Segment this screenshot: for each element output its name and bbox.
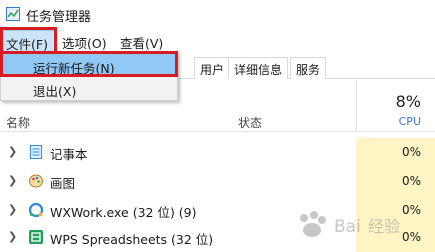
tab-details[interactable]: 详细信息 — [228, 57, 289, 79]
expand-chevron-icon[interactable]: ❯ — [8, 230, 17, 243]
menu-options[interactable]: 选项(O) — [62, 33, 107, 52]
header-divider — [0, 131, 435, 132]
cpu-total-percent: 8% — [395, 92, 421, 111]
expand-chevron-icon[interactable]: ❯ — [8, 203, 17, 216]
expand-chevron-icon[interactable]: ❯ — [8, 145, 17, 158]
process-name: 画图 — [50, 176, 76, 191]
column-cpu[interactable]: 8% CPU — [356, 80, 435, 132]
window-title: 任务管理器 — [26, 10, 92, 25]
annotation-highlight-run-new-task — [0, 51, 178, 77]
process-name: WPS Spreadsheets (32 位) — [50, 232, 214, 247]
tab-users[interactable]: 用户 — [194, 57, 231, 79]
wps-spreadsheets-icon — [29, 230, 43, 244]
menu-bar: 文件(F) 选项(O) 查看(V) — [0, 30, 435, 52]
svg-text:经验: 经验 — [368, 217, 400, 236]
title-bar: 任务管理器 — [0, 0, 435, 30]
paint-icon — [29, 174, 43, 188]
process-name: 记事本 — [50, 147, 88, 162]
cpu-value: 0% — [401, 174, 421, 188]
cpu-cell: 0% — [356, 167, 435, 196]
cpu-value: 0% — [401, 145, 421, 159]
expand-chevron-icon[interactable]: ❯ — [8, 174, 17, 187]
menu-view[interactable]: 查看(V) — [120, 33, 163, 52]
menu-item-exit[interactable]: 退出(X) — [3, 77, 175, 99]
task-manager-icon — [6, 7, 20, 21]
annotation-highlight-file-menu — [0, 27, 57, 54]
svg-text:Bai: Bai — [334, 217, 361, 237]
cpu-cell: 0% — [356, 138, 435, 167]
tab-services[interactable]: 服务 — [290, 57, 327, 79]
process-name: WXWork.exe (32 位) (9) — [50, 205, 197, 220]
column-status[interactable]: 状态 — [238, 114, 262, 131]
process-row[interactable]: ❯ 记事本 0% — [0, 138, 435, 167]
baidu-jingyan-watermark-icon: Bai 经验 — [300, 211, 400, 237]
column-name[interactable]: 名称 — [6, 114, 30, 131]
wxwork-icon — [28, 202, 44, 218]
notepad-icon — [30, 145, 42, 159]
process-row[interactable]: ❯ 画图 0% — [0, 167, 435, 196]
cpu-column-label: CPU — [398, 115, 421, 128]
